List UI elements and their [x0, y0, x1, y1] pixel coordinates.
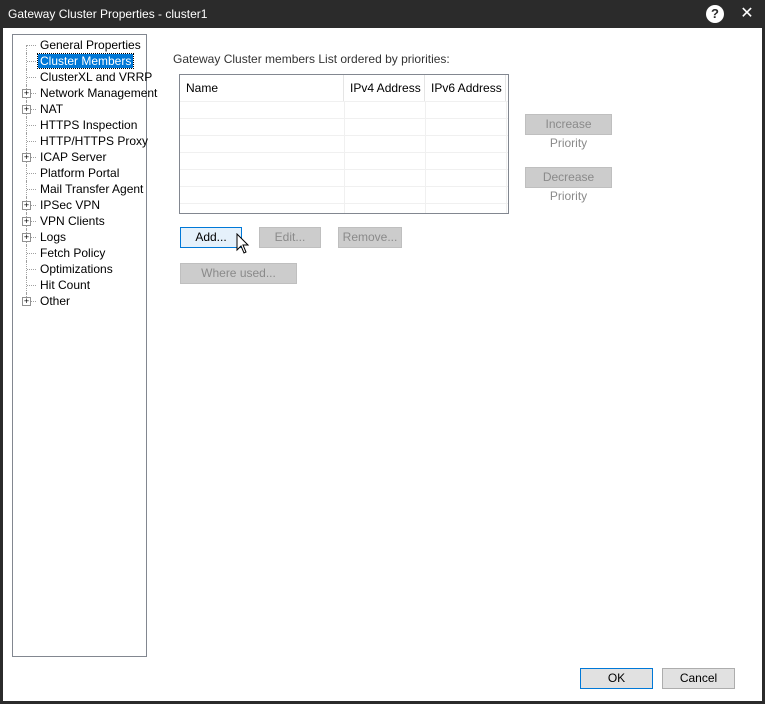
title-bar[interactable]: Gateway Cluster Properties - cluster1 ? … [0, 0, 765, 28]
ok-button[interactable]: OK [580, 668, 653, 689]
cancel-button[interactable]: Cancel [662, 668, 735, 689]
tree-item[interactable]: + VPN Clients [13, 213, 147, 229]
tree-line [27, 77, 36, 78]
column-header-ipv4[interactable]: IPv4 Address [344, 75, 425, 101]
tree-line [27, 45, 36, 46]
close-icon[interactable]: ✕ [736, 3, 758, 25]
mouse-pointer-icon [236, 233, 250, 254]
tree-item-label: Mail Transfer Agent [40, 182, 144, 196]
table-row[interactable] [180, 186, 508, 203]
window-title: Gateway Cluster Properties - cluster1 [8, 7, 208, 21]
expand-icon[interactable]: + [22, 105, 31, 114]
column-header-name[interactable]: Name [180, 75, 344, 101]
members-list-header: Name IPv4 Address IPv6 Address [180, 75, 508, 101]
increase-priority-button[interactable]: Increase Priority [525, 114, 612, 150]
tree-line [27, 173, 36, 174]
expand-icon[interactable]: + [22, 153, 31, 162]
tree-item-label: Optimizations [40, 262, 113, 276]
tree-item-label: Fetch Policy [40, 246, 106, 260]
tree-item-label: ICAP Server [40, 150, 107, 164]
tree-item[interactable]: HTTP/HTTPS Proxy [13, 133, 149, 149]
tree-item-label: Platform Portal [40, 166, 120, 180]
tree-item-label: ClusterXL and VRRP [40, 70, 153, 84]
tree-item-label: NAT [40, 102, 64, 116]
tree-line [27, 253, 36, 254]
table-row[interactable] [180, 152, 508, 169]
tree-line [27, 125, 36, 126]
tree-item[interactable]: Platform Portal [13, 165, 147, 181]
tree-item-label: HTTP/HTTPS Proxy [40, 134, 149, 148]
tree-item[interactable]: General Properties [13, 37, 147, 53]
tree-item[interactable]: + Logs [13, 229, 147, 245]
decrease-priority-button[interactable]: Decrease Priority [525, 167, 612, 203]
tree-item[interactable]: Hit Count [13, 277, 147, 293]
tree-line [27, 269, 36, 270]
tree-item[interactable]: HTTPS Inspection [13, 117, 147, 133]
tree-line [27, 285, 36, 286]
expand-icon[interactable]: + [22, 89, 31, 98]
tree-item-label: Logs [40, 230, 67, 244]
tree-item-label: Other [40, 294, 71, 308]
members-list[interactable]: Name IPv4 Address IPv6 Address [179, 74, 509, 214]
expand-icon[interactable]: + [22, 217, 31, 226]
expand-icon[interactable]: + [22, 297, 31, 306]
tree-item[interactable]: Mail Transfer Agent [13, 181, 147, 197]
table-row[interactable] [180, 135, 508, 152]
help-icon[interactable]: ? [706, 5, 724, 23]
tree-item[interactable]: + NAT [13, 101, 147, 117]
tree-item-label: Network Management [40, 86, 158, 100]
tree-item[interactable]: Cluster Members [13, 53, 147, 69]
tree-item[interactable]: + IPSec VPN [13, 197, 147, 213]
expand-icon[interactable]: + [22, 201, 31, 210]
column-header-ipv6[interactable]: IPv6 Address [425, 75, 506, 101]
expand-icon[interactable]: + [22, 233, 31, 242]
properties-window: Gateway Cluster Properties - cluster1 ? … [0, 0, 765, 704]
table-row[interactable] [180, 101, 508, 118]
tree-item[interactable]: Optimizations [13, 261, 147, 277]
tree-item[interactable]: + Other [13, 293, 147, 309]
tree-item-label: Hit Count [40, 278, 91, 292]
table-row[interactable] [180, 169, 508, 186]
table-row[interactable] [180, 118, 508, 135]
tree-item-label: General Properties [40, 38, 141, 52]
add-button[interactable]: Add... [180, 227, 242, 248]
where-used-button[interactable]: Where used... [180, 263, 297, 284]
table-row[interactable] [180, 203, 508, 213]
tree-line [27, 189, 36, 190]
remove-button[interactable]: Remove... [338, 227, 402, 248]
tree-item[interactable]: + Network Management [13, 85, 157, 101]
members-list-caption: Gateway Cluster members List ordered by … [173, 52, 450, 66]
tree-item-label: VPN Clients [40, 214, 105, 228]
tree-item-label: IPSec VPN [40, 198, 101, 212]
tree-item[interactable]: Fetch Policy [13, 245, 147, 261]
tree-item[interactable]: ClusterXL and VRRP [13, 69, 152, 85]
dialog-body: General Properties Cluster Members Cluster… [3, 28, 762, 701]
tree-line [26, 45, 27, 53]
tree-item[interactable]: + ICAP Server [13, 149, 147, 165]
edit-button[interactable]: Edit... [259, 227, 321, 248]
tree-item-label: HTTPS Inspection [40, 118, 138, 132]
tree-line [27, 141, 36, 142]
navigation-tree[interactable]: General Properties Cluster Members Cluster… [12, 34, 157, 657]
tree-line [27, 61, 36, 62]
tree-item-label: Cluster Members [36, 53, 135, 69]
